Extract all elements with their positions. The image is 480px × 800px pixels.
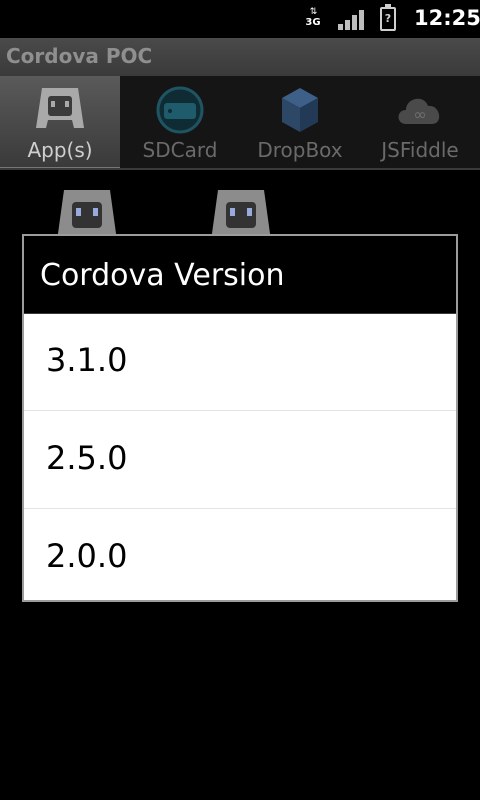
version-option-2-0-0[interactable]: 2.0.0 xyxy=(24,509,456,606)
network-label: 3G xyxy=(305,17,321,28)
option-label: 3.1.0 xyxy=(46,341,128,379)
version-option-2-5-0[interactable]: 2.5.0 xyxy=(24,411,456,509)
tab-dropbox[interactable]: DropBox xyxy=(240,76,360,170)
app-title-bar: Cordova POC xyxy=(0,38,480,76)
battery-unknown-icon: ? xyxy=(380,4,396,31)
cordova-version-dialog: Cordova Version 3.1.0 2.5.0 2.0.0 xyxy=(22,234,458,602)
tab-label: DropBox xyxy=(257,138,343,162)
dropbox-icon xyxy=(282,88,318,132)
cordova-icon xyxy=(36,88,84,128)
tab-divider xyxy=(0,168,480,170)
tab-label: JSFiddle xyxy=(381,138,459,162)
signal-strength-icon xyxy=(338,10,364,30)
svg-text:∞: ∞ xyxy=(413,105,426,124)
dialog-header: Cordova Version xyxy=(24,236,456,314)
version-option-3-1-0[interactable]: 3.1.0 xyxy=(24,313,456,411)
cloud-icon: ∞ xyxy=(398,98,440,124)
tab-sdcard[interactable]: SDCard xyxy=(120,76,240,170)
option-label: 2.0.0 xyxy=(46,537,128,575)
tab-label: App(s) xyxy=(27,138,93,162)
status-bar: ⇅ 3G ? 12:25 xyxy=(0,0,480,38)
status-time: 12:25 xyxy=(414,6,480,30)
network-3g-icon: ⇅ 3G xyxy=(305,7,321,29)
version-options-list: 3.1.0 2.5.0 2.0.0 xyxy=(24,313,456,606)
option-label: 2.5.0 xyxy=(46,439,128,477)
sdcard-icon xyxy=(156,86,204,134)
tab-label: SDCard xyxy=(142,138,218,162)
tab-jsfiddle[interactable]: ∞ JSFiddle xyxy=(360,76,480,170)
dialog-title: Cordova Version xyxy=(40,258,285,293)
app-title: Cordova POC xyxy=(6,44,153,68)
tab-apps[interactable]: App(s) xyxy=(0,76,120,170)
tab-bar: App(s) SDCard DropBox ∞ JSFiddle xyxy=(0,76,480,170)
